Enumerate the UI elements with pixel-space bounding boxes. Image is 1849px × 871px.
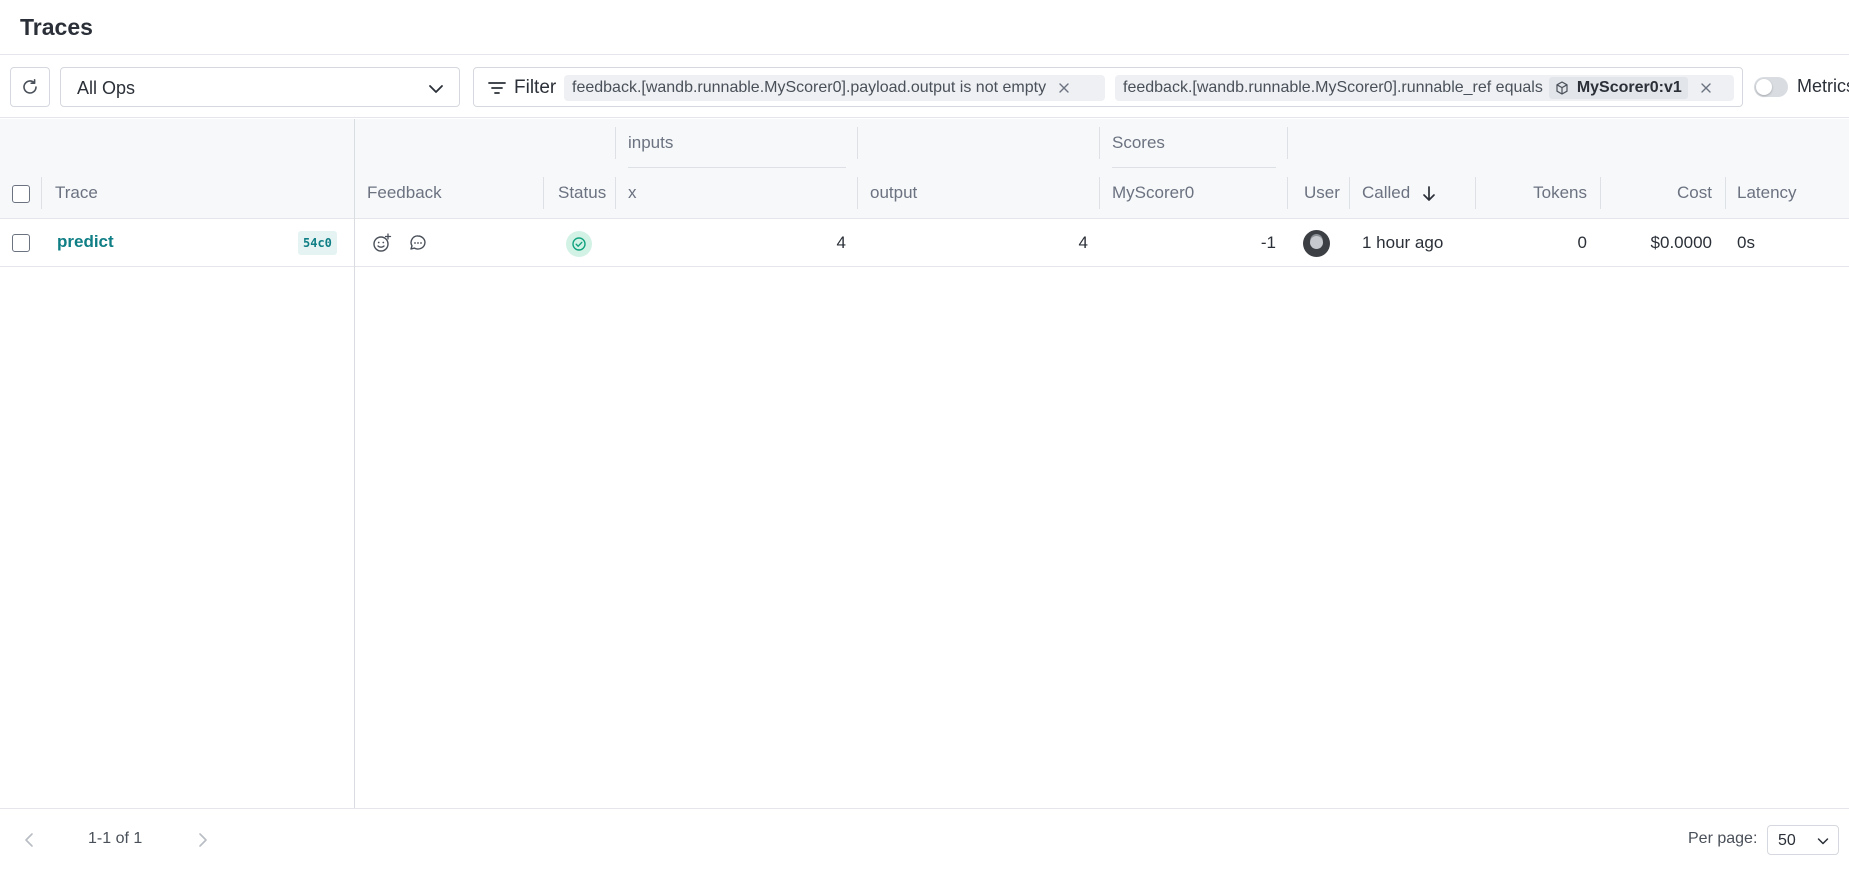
column-divider: [857, 177, 858, 209]
column-divider: [615, 177, 616, 209]
chevron-left-icon[interactable]: [22, 831, 36, 849]
per-page-label: Per page:: [1688, 830, 1758, 847]
column-header-tokens[interactable]: Tokens: [1490, 183, 1587, 203]
chevron-right-icon[interactable]: [196, 831, 210, 849]
column-header-myscorer0[interactable]: MyScorer0: [1112, 183, 1194, 203]
trace-id-badge[interactable]: 54c0: [298, 231, 337, 255]
ref-chip-label: MyScorer0:v1: [1576, 79, 1682, 96]
column-header-feedback[interactable]: Feedback: [367, 183, 442, 203]
group-header-inputs: inputs: [628, 133, 674, 152]
status-success-badge: [566, 231, 592, 257]
trace-name-link[interactable]: predict: [57, 232, 114, 252]
column-divider: [543, 177, 544, 209]
filter-icon: [488, 82, 506, 94]
column-header-cost[interactable]: Cost: [1612, 183, 1712, 203]
column-divider: [1349, 177, 1350, 209]
column-divider: [1475, 177, 1476, 209]
close-icon[interactable]: [1700, 82, 1712, 94]
column-header-user[interactable]: User: [1304, 183, 1340, 203]
column-divider: [1287, 177, 1288, 209]
table-header: inputs Scores Trace Feedback Status x ou…: [0, 119, 1849, 219]
column-divider: [1725, 177, 1726, 209]
pagination-range: 1-1 of 1: [88, 830, 143, 847]
column-divider: [1099, 177, 1100, 209]
column-header-latency[interactable]: Latency: [1737, 183, 1797, 203]
column-header-output[interactable]: output: [870, 183, 917, 203]
cell-latency: 0s: [1737, 233, 1755, 252]
sort-descending-icon[interactable]: [1421, 185, 1437, 203]
filter-chip-text: feedback.[wandb.runnable.MyScorer0].payl…: [572, 79, 1047, 96]
per-page-select[interactable]: 50: [1767, 825, 1839, 855]
ops-select-value: All Ops: [77, 78, 136, 98]
refresh-button[interactable]: [10, 67, 50, 107]
avatar[interactable]: [1303, 230, 1330, 257]
filter-chip-text: feedback.[wandb.runnable.MyScorer0].runn…: [1123, 79, 1543, 96]
group-divider: [615, 127, 616, 159]
page-title: Traces: [20, 14, 93, 40]
filter-label: Filter: [514, 77, 557, 98]
group-underline: [1112, 167, 1276, 168]
per-page-value: 50: [1778, 832, 1796, 849]
pagination-footer: 1-1 of 1 Per page: 50: [0, 808, 1849, 871]
metrics-toggle[interactable]: [1754, 77, 1788, 97]
ops-select[interactable]: All Ops: [60, 67, 460, 107]
table-row[interactable]: predict 54c0 4 4 -1 1 hour ago 0 $0.0000…: [0, 220, 1849, 267]
group-underline: [628, 167, 846, 168]
chevron-down-icon: [1817, 838, 1829, 845]
ref-chip[interactable]: MyScorer0:v1: [1548, 77, 1688, 99]
group-header-scores: Scores: [1112, 133, 1165, 152]
close-icon[interactable]: [1058, 82, 1070, 94]
group-divider: [1099, 127, 1100, 159]
add-reaction-icon[interactable]: [372, 233, 392, 253]
group-divider: [857, 127, 858, 159]
page-header: Traces: [0, 0, 1849, 55]
cell-myscorer0: -1: [1260, 233, 1276, 252]
column-header-trace[interactable]: Trace: [55, 183, 98, 203]
cell-cost: $0.0000: [1650, 233, 1712, 252]
cell-called: 1 hour ago: [1362, 233, 1444, 252]
chevron-down-icon: [429, 85, 443, 93]
metrics-label: Metrics: [1797, 76, 1849, 96]
comment-icon[interactable]: [408, 233, 428, 253]
column-header-status[interactable]: Status: [558, 183, 606, 203]
pinned-column-divider: [354, 119, 355, 808]
filter-chip[interactable]: feedback.[wandb.runnable.MyScorer0].payl…: [564, 75, 1105, 101]
column-divider: [41, 177, 42, 209]
row-checkbox[interactable]: [12, 234, 30, 252]
column-header-x[interactable]: x: [628, 183, 637, 203]
cell-output: 4: [1078, 233, 1088, 252]
cell-tokens: 0: [1577, 233, 1587, 252]
cube-icon: [1555, 81, 1569, 95]
cell-x: 4: [836, 233, 846, 252]
group-divider: [1287, 127, 1288, 159]
check-circle-icon: [572, 237, 586, 251]
toggle-knob: [1756, 79, 1772, 95]
refresh-icon: [23, 79, 37, 94]
column-header-called[interactable]: Called: [1362, 183, 1410, 203]
column-divider: [1600, 177, 1601, 209]
filter-chip[interactable]: feedback.[wandb.runnable.MyScorer0].runn…: [1115, 75, 1734, 101]
select-all-checkbox[interactable]: [12, 185, 30, 203]
toolbar: All Ops Filter feedback.[wandb.runnable.…: [0, 56, 1849, 118]
filter-bar[interactable]: Filter feedback.[wandb.runnable.MyScorer…: [473, 67, 1743, 107]
